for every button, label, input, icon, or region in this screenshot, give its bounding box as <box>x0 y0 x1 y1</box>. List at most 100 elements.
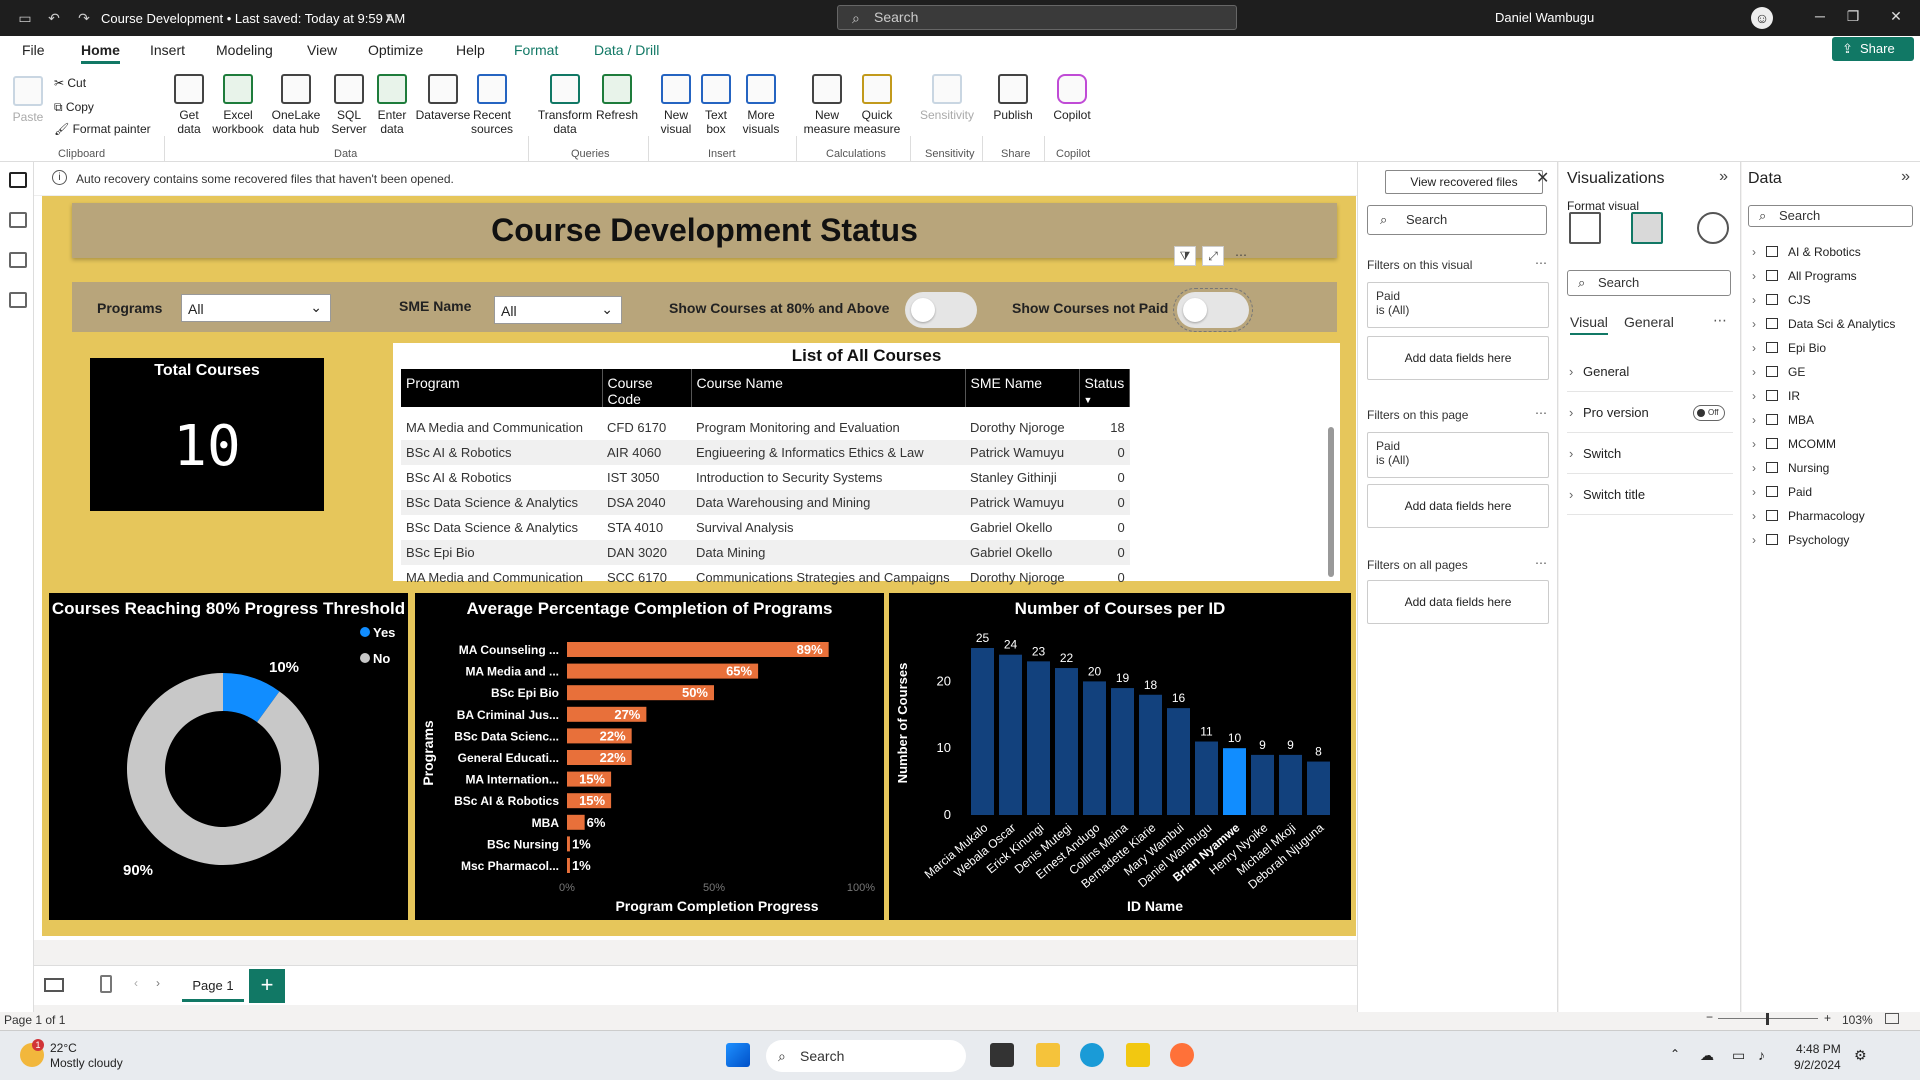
tab-format[interactable]: Format <box>514 42 558 58</box>
column-header-course-code[interactable]: Course Code <box>602 369 692 407</box>
more-options-icon[interactable]: ⋯ <box>1535 406 1547 420</box>
data-table-item[interactable]: › Psychology <box>1752 530 1849 550</box>
sql-server-button[interactable]: SQL Server <box>326 74 372 136</box>
programs-dropdown[interactable]: All ⌄ <box>181 294 331 322</box>
close-icon[interactable]: ✕ <box>1886 8 1906 25</box>
more-options-icon[interactable]: ⋯ <box>1713 312 1727 329</box>
transform-data-button[interactable]: Transform data <box>536 74 594 136</box>
tab-view[interactable]: View <box>307 42 337 58</box>
courses-table[interactable]: List of All Courses Program Course Code … <box>393 343 1340 585</box>
focus-mode-icon[interactable]: ⤢ <box>1202 246 1224 266</box>
build-visual-icon[interactable] <box>1569 212 1601 244</box>
save-icon[interactable]: ▭ <box>16 9 34 27</box>
tab-visual[interactable]: Visual <box>1570 314 1608 335</box>
paid-filter-card-page[interactable]: Paid is (All) <box>1367 432 1549 478</box>
column-header-sme-name[interactable]: SME Name <box>965 369 1080 407</box>
viz-search[interactable]: ⌕ Search <box>1567 270 1731 296</box>
collapse-pane-icon[interactable]: » <box>1719 168 1728 186</box>
restore-icon[interactable]: ❐ <box>1843 8 1863 25</box>
mobile-layout-icon[interactable] <box>100 975 112 993</box>
notification-icon[interactable]: ⚙ <box>1854 1047 1867 1064</box>
paste-button[interactable]: Paste <box>12 76 44 124</box>
chevron-right-icon[interactable]: › <box>156 976 160 990</box>
close-notice-icon[interactable]: ✕ <box>1536 168 1549 188</box>
cut-button[interactable]: ✂ Cut <box>54 76 86 90</box>
more-options-icon[interactable]: ⋯ <box>1535 256 1547 270</box>
table-row[interactable]: BSc Data Science & Analytics DSA 2040 Data… <box>401 490 1130 515</box>
section-pro-version[interactable]: › Pro version Off <box>1567 393 1733 433</box>
tab-modeling[interactable]: Modeling <box>216 42 273 58</box>
zoom-in-icon[interactable]: + <box>1824 1011 1831 1025</box>
enter-data-button[interactable]: Enter data <box>372 74 412 136</box>
zoom-slider-thumb[interactable] <box>1766 1013 1769 1025</box>
recent-sources-button[interactable]: Recent sources <box>466 74 518 136</box>
collapse-pane-icon[interactable]: » <box>1901 168 1910 186</box>
chevron-down-icon[interactable]: ▼ <box>380 9 398 27</box>
tab-optimize[interactable]: Optimize <box>368 42 423 58</box>
dataverse-button[interactable]: Dataverse <box>412 74 474 122</box>
table-scrollbar[interactable] <box>1328 427 1334 577</box>
desktop-layout-icon[interactable] <box>44 978 64 992</box>
table-row[interactable]: MA Media and Communication SCC 6170 Commun… <box>401 565 1130 590</box>
data-table-item[interactable]: › Data Sci & Analytics <box>1752 314 1895 334</box>
firefox-icon[interactable] <box>1170 1043 1194 1067</box>
title-search-box[interactable]: ⌕ Search <box>837 5 1237 30</box>
toggle-notpaid-switch[interactable] <box>1173 288 1253 332</box>
user-name[interactable]: Daniel Wambugu <box>1495 10 1594 25</box>
volume-icon[interactable]: ♪ <box>1758 1047 1765 1063</box>
new-measure-button[interactable]: New measure <box>802 74 852 136</box>
table-view-icon[interactable] <box>9 212 27 228</box>
toggle-80-switch[interactable] <box>905 292 977 328</box>
data-table-item[interactable]: › CJS <box>1752 290 1811 310</box>
chevron-up-icon[interactable]: ⌃ <box>1670 1047 1680 1061</box>
minimize-icon[interactable]: ─ <box>1810 8 1830 24</box>
edge-icon[interactable] <box>1080 1043 1104 1067</box>
chevron-left-icon[interactable]: ‹ <box>134 976 138 990</box>
filters-search[interactable]: ⌕ Search <box>1367 205 1547 235</box>
sensitivity-button[interactable]: Sensitivity <box>918 74 976 122</box>
column-header-status[interactable]: Status ▼ <box>1079 369 1131 407</box>
pro-version-toggle[interactable]: Off <box>1693 405 1725 421</box>
total-courses-card[interactable]: Total Courses 10 <box>90 358 324 511</box>
copy-button[interactable]: ⧉ Copy <box>54 100 94 115</box>
section-general[interactable]: › General <box>1567 352 1733 392</box>
model-view-icon[interactable] <box>9 252 27 268</box>
table-row[interactable]: BSc AI & Robotics AIR 4060 Engiueering & I… <box>401 440 1130 465</box>
report-view-icon[interactable] <box>9 172 27 188</box>
taskbar-search[interactable]: ⌕ Search <box>766 1040 966 1072</box>
tab-help[interactable]: Help <box>456 42 485 58</box>
data-table-item[interactable]: › MCOMM <box>1752 434 1836 454</box>
onelake-button[interactable]: OneLake data hub <box>266 74 326 136</box>
section-switch-title[interactable]: › Switch title <box>1567 475 1733 515</box>
data-table-item[interactable]: › AI & Robotics <box>1752 242 1861 262</box>
data-table-item[interactable]: › Pharmacology <box>1752 506 1865 526</box>
weather-widget[interactable]: 22°C Mostly cloudy <box>50 1041 123 1071</box>
file-explorer-icon[interactable] <box>1036 1043 1060 1067</box>
data-table-item[interactable]: › Paid <box>1752 482 1812 502</box>
completion-chart-panel[interactable]: Average Percentage Completion of Program… <box>415 593 884 920</box>
dax-query-icon[interactable] <box>9 292 27 308</box>
add-page-button[interactable]: + <box>249 969 285 1003</box>
system-clock[interactable]: 4:48 PM 9/2/2024 <box>1794 1041 1841 1073</box>
paid-filter-card-visual[interactable]: Paid is (All) <box>1367 282 1549 328</box>
tab-insert[interactable]: Insert <box>150 42 185 58</box>
data-table-item[interactable]: › Epi Bio <box>1752 338 1826 358</box>
more-visuals-button[interactable]: More visuals <box>734 74 788 136</box>
refresh-button[interactable]: Refresh <box>592 74 642 122</box>
redo-icon[interactable]: ↷ <box>75 9 93 27</box>
data-table-item[interactable]: › MBA <box>1752 410 1814 430</box>
power-bi-icon[interactable] <box>1126 1043 1150 1067</box>
excel-workbook-button[interactable]: Excel workbook <box>210 74 266 136</box>
format-painter-button[interactable]: 🖌 Format painter <box>54 122 151 136</box>
section-switch[interactable]: › Switch <box>1567 434 1733 474</box>
add-data-fields-page[interactable]: Add data fields here <box>1367 484 1549 528</box>
tab-home[interactable]: Home <box>81 42 120 64</box>
cloud-icon[interactable]: ☁ <box>1700 1047 1714 1064</box>
windows-start-icon[interactable] <box>726 1043 750 1067</box>
tab-data-drill[interactable]: Data / Drill <box>594 42 659 58</box>
get-data-button[interactable]: Get data <box>168 74 210 136</box>
add-data-fields-all[interactable]: Add data fields here <box>1367 580 1549 624</box>
zoom-out-icon[interactable]: − <box>1706 1010 1713 1024</box>
sme-dropdown[interactable]: All ⌄ <box>494 296 622 324</box>
tab-general[interactable]: General <box>1624 314 1674 330</box>
